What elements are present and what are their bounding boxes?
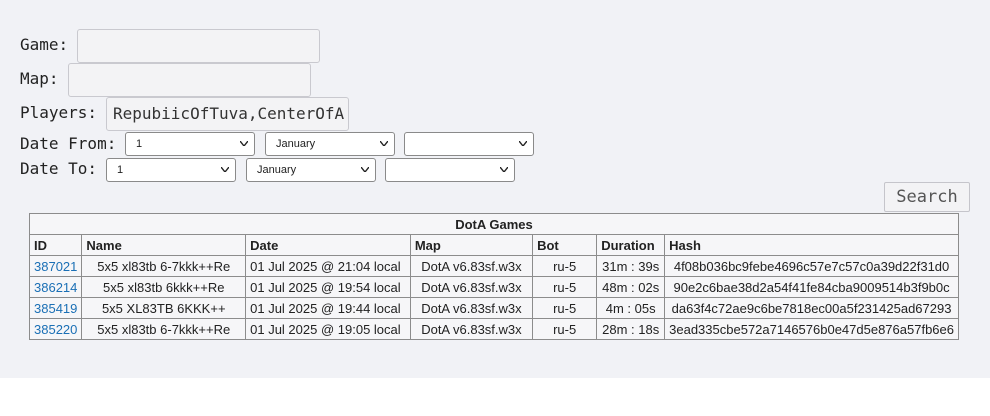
chevron-down-icon <box>221 167 229 172</box>
date-from-month-select[interactable]: January <box>265 132 395 156</box>
map-label: Map: <box>20 69 59 88</box>
game-hash: 3ead335cbe572a7146576b0e47d5e876a57fb6e6 <box>664 318 959 340</box>
game-input[interactable] <box>77 29 320 63</box>
game-name: 5x5 xl83tb 6-7kkk++Re <box>81 318 247 340</box>
date-from-label: Date From: <box>20 134 117 153</box>
date-from-day-value: 1 <box>136 138 143 150</box>
table-header-row: ID Name Date Map Bot Duration Hash <box>28 234 959 256</box>
header-date: Date <box>245 234 411 256</box>
date-to-day-value: 1 <box>117 164 124 176</box>
date-to-year-select[interactable] <box>385 158 515 182</box>
game-date: 01 Jul 2025 @ 19:05 local <box>245 318 411 340</box>
game-date: 01 Jul 2025 @ 19:54 local <box>245 276 411 298</box>
table-row: 385419 5x5 XL83TB 6KKK++ 01 Jul 2025 @ 1… <box>28 297 959 319</box>
game-duration: 31m : 39s <box>596 255 666 277</box>
game-hash: 90e2c6bae38d2a54f41fe84cba9009514b3f9b0c <box>664 276 959 298</box>
chevron-down-icon <box>519 141 527 146</box>
date-from-year-select[interactable] <box>404 132 534 156</box>
table-row: 385220 5x5 xl83tb 6-7kkk++Re 01 Jul 2025… <box>28 318 959 340</box>
header-hash: Hash <box>664 234 959 256</box>
game-hash: 4f08b036bc9febe4696c57e7c57c0a39d22f31d0 <box>664 255 959 277</box>
game-duration: 28m : 18s <box>596 318 666 340</box>
game-duration: 48m : 02s <box>596 276 666 298</box>
game-hash: da63f4c72ae9c6be7818ec00a5f231425ad67293 <box>664 297 959 319</box>
date-to-month-value: January <box>257 164 297 176</box>
game-id-link[interactable]: 387021 <box>34 259 77 274</box>
date-from-month-value: January <box>276 138 316 150</box>
game-duration: 4m : 05s <box>596 297 666 319</box>
filter-panel: Game: Map: Players: RepubiicOfTuva,Cente… <box>0 0 990 378</box>
game-bot: ru-5 <box>532 276 598 298</box>
header-map: Map <box>409 234 534 256</box>
header-name: Name <box>81 234 247 256</box>
game-map: DotA v6.83sf.w3x <box>409 276 534 298</box>
date-to-label: Date To: <box>20 159 98 178</box>
game-id-link[interactable]: 386214 <box>34 280 77 295</box>
chevron-down-icon <box>361 167 369 172</box>
table-title: DotA Games <box>29 213 959 235</box>
header-id: ID <box>28 234 83 256</box>
game-id-link[interactable]: 385419 <box>34 301 77 316</box>
game-bot: ru-5 <box>532 318 598 340</box>
search-button[interactable]: Search <box>884 182 970 212</box>
game-id-link[interactable]: 385220 <box>34 322 77 337</box>
game-bot: ru-5 <box>532 297 598 319</box>
chevron-down-icon <box>240 141 248 146</box>
game-date: 01 Jul 2025 @ 21:04 local <box>245 255 411 277</box>
header-duration: Duration <box>596 234 666 256</box>
header-bot: Bot <box>532 234 598 256</box>
game-map: DotA v6.83sf.w3x <box>409 318 534 340</box>
players-input[interactable]: RepubiicOfTuva,CenterOfA <box>106 97 349 131</box>
map-input[interactable] <box>68 63 311 97</box>
game-date: 01 Jul 2025 @ 19:44 local <box>245 297 411 319</box>
game-bot: ru-5 <box>532 255 598 277</box>
game-label: Game: <box>20 35 69 54</box>
game-map: DotA v6.83sf.w3x <box>409 255 534 277</box>
games-table: DotA Games ID Name Date Map Bot Duration… <box>28 213 959 340</box>
table-row: 387021 5x5 xl83tb 6-7kkk++Re 01 Jul 2025… <box>28 255 959 277</box>
date-to-day-select[interactable]: 1 <box>106 158 236 182</box>
date-from-day-select[interactable]: 1 <box>125 132 255 156</box>
game-map: DotA v6.83sf.w3x <box>409 297 534 319</box>
game-name: 5x5 XL83TB 6KKK++ <box>81 297 247 319</box>
chevron-down-icon <box>500 167 508 172</box>
game-name: 5x5 xl83tb 6kkk++Re <box>81 276 247 298</box>
date-to-month-select[interactable]: January <box>246 158 376 182</box>
table-row: 386214 5x5 xl83tb 6kkk++Re 01 Jul 2025 @… <box>28 276 959 298</box>
game-name: 5x5 xl83tb 6-7kkk++Re <box>81 255 247 277</box>
chevron-down-icon <box>380 141 388 146</box>
players-label: Players: <box>20 103 98 122</box>
